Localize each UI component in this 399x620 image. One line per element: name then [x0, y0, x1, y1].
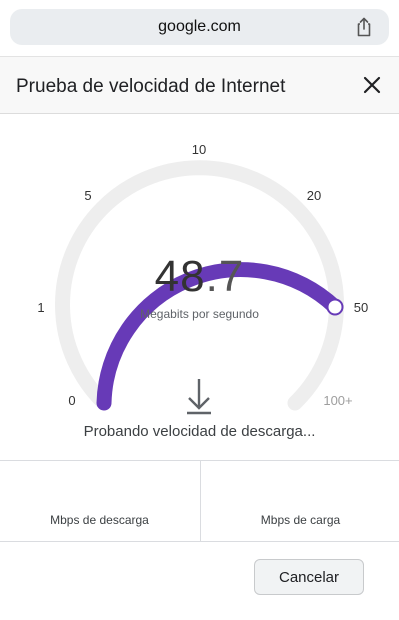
upload-label: Mbps de carga — [260, 513, 341, 527]
browser-toolbar: google.com — [0, 0, 399, 56]
download-arrow-icon — [187, 379, 211, 415]
tick-label-5: 5 — [84, 188, 91, 203]
speed-readout: 48.7 — [0, 252, 399, 302]
upload-result: Mbps de carga — [200, 461, 399, 541]
tick-label-0: 0 — [68, 393, 75, 408]
status-text: Probando velocidad de descarga... — [83, 423, 316, 440]
tick-label-100-plus: 100+ — [323, 393, 352, 408]
speed-value-decimal: .7 — [205, 252, 245, 301]
address-bar[interactable]: google.com — [10, 9, 389, 45]
close-icon[interactable] — [361, 74, 383, 96]
tick-label-20: 20 — [307, 188, 321, 203]
tick-label-10: 10 — [192, 142, 206, 157]
share-icon[interactable] — [353, 16, 375, 38]
results-panel: Mbps de descarga Mbps de carga — [0, 460, 399, 542]
download-label: Mbps de descarga — [50, 513, 149, 527]
dialog-header: Prueba de velocidad de Internet — [0, 56, 399, 114]
speed-unit: Megabits por segundo — [140, 307, 259, 321]
dialog-title: Prueba de velocidad de Internet — [16, 76, 286, 97]
cancel-button[interactable]: Cancelar — [254, 559, 364, 595]
download-result: Mbps de descarga — [0, 461, 199, 541]
speed-value-integer: 48 — [154, 252, 206, 301]
url-text: google.com — [158, 18, 241, 35]
